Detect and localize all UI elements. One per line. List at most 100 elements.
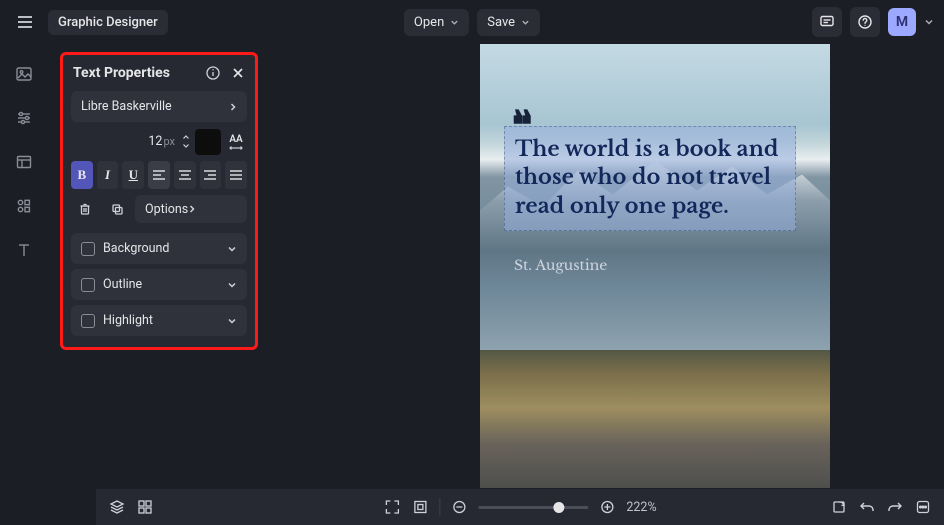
save-label: Save — [487, 15, 515, 30]
panel-header: Text Properties — [63, 55, 255, 91]
zoom-slider[interactable] — [478, 506, 588, 509]
grid-button[interactable] — [136, 498, 154, 516]
quote-text[interactable]: The world is a book and those who do not… — [515, 135, 785, 220]
stepper-down-icon[interactable] — [181, 142, 191, 150]
zoom-in-button[interactable] — [598, 498, 616, 516]
align-right-button[interactable] — [200, 161, 222, 189]
highlight-section[interactable]: Highlight — [71, 305, 247, 336]
stepper-up-icon[interactable] — [181, 133, 191, 141]
help-button[interactable] — [850, 7, 880, 37]
app-title[interactable]: Graphic Designer — [48, 10, 168, 35]
user-avatar[interactable]: M — [888, 8, 916, 36]
left-tool-rail — [0, 44, 48, 525]
chevron-down-icon — [521, 18, 530, 27]
font-size-row: 12px AA — [71, 128, 247, 155]
layers-icon — [109, 499, 125, 515]
menu-icon — [16, 13, 34, 31]
font-unit: px — [163, 135, 175, 148]
align-left-icon — [152, 169, 166, 181]
transform-icon — [831, 499, 847, 515]
topbar: Graphic Designer Open Save M — [0, 0, 944, 44]
open-label: Open — [414, 15, 444, 30]
help-icon — [857, 14, 873, 30]
grid-icon — [137, 499, 153, 515]
quote-text-box[interactable]: The world is a book and those who do not… — [504, 126, 796, 231]
options-dropdown[interactable]: Options — [135, 195, 247, 223]
text-tool[interactable] — [14, 240, 34, 260]
options-row: Options — [71, 195, 247, 223]
more-button[interactable] — [914, 498, 932, 516]
save-button[interactable]: Save — [477, 9, 540, 36]
redo-icon — [887, 499, 903, 515]
chevron-down-icon — [227, 245, 237, 253]
align-right-icon — [203, 169, 217, 181]
font-size-input[interactable]: 12px — [71, 128, 177, 155]
align-justify-button[interactable] — [225, 161, 247, 189]
italic-button[interactable]: I — [97, 161, 119, 189]
chevron-down-icon — [227, 281, 237, 289]
transform-button[interactable] — [830, 498, 848, 516]
text-transform-button[interactable]: AA — [225, 134, 247, 150]
adjustments-tool[interactable] — [14, 108, 34, 128]
checkbox-icon[interactable] — [81, 278, 95, 292]
topbar-right: M — [812, 7, 934, 37]
font-color-swatch[interactable] — [195, 129, 221, 155]
author-text[interactable]: St. Augustine — [514, 256, 607, 274]
outline-label: Outline — [103, 277, 142, 292]
font-size-stepper — [181, 133, 191, 150]
chevron-down-icon — [227, 317, 237, 325]
outline-section[interactable]: Outline — [71, 269, 247, 300]
bottombar: 222% — [96, 489, 944, 525]
zoom-level[interactable]: 222% — [626, 500, 656, 515]
align-left-button[interactable] — [148, 161, 170, 189]
sliders-icon — [15, 109, 33, 127]
trash-icon — [78, 202, 92, 216]
design-canvas[interactable]: ❞ The world is a book and those who do n… — [480, 44, 830, 488]
main-menu-button[interactable] — [10, 7, 40, 37]
info-icon[interactable] — [205, 65, 221, 81]
chevron-down-icon[interactable] — [924, 17, 934, 27]
background-section[interactable]: Background — [71, 233, 247, 264]
duplicate-button[interactable] — [103, 195, 131, 223]
font-size-value: 12 — [148, 134, 162, 149]
chevron-down-icon — [450, 18, 459, 27]
text-icon — [15, 241, 33, 259]
main-area: Text Properties Libre Baskerville 12px — [0, 44, 944, 525]
align-justify-icon — [229, 169, 243, 181]
quote-glyph[interactable]: ❞ — [512, 84, 528, 131]
slider-handle[interactable] — [553, 502, 564, 513]
format-buttons-row: B I U — [71, 161, 247, 189]
options-label: Options — [145, 202, 188, 217]
delete-button[interactable] — [71, 195, 99, 223]
zoom-out-button[interactable] — [450, 498, 468, 516]
align-center-icon — [178, 169, 192, 181]
redo-button[interactable] — [886, 498, 904, 516]
bottombar-left — [108, 498, 154, 516]
font-family-label: Libre Baskerville — [81, 99, 172, 114]
fit-button[interactable] — [383, 498, 401, 516]
open-button[interactable]: Open — [404, 9, 469, 36]
bold-button[interactable]: B — [71, 161, 93, 189]
align-center-button[interactable] — [174, 161, 196, 189]
highlight-label: Highlight — [103, 313, 153, 328]
checkbox-icon[interactable] — [81, 242, 95, 256]
close-icon[interactable] — [231, 66, 245, 80]
more-icon — [915, 499, 931, 515]
feedback-button[interactable] — [812, 7, 842, 37]
text-properties-panel: Text Properties Libre Baskerville 12px — [60, 52, 258, 350]
fullscreen-icon — [412, 499, 428, 515]
topbar-center: Open Save — [404, 9, 540, 36]
undo-button[interactable] — [858, 498, 876, 516]
underline-button[interactable]: U — [122, 161, 144, 189]
shapes-tool[interactable] — [14, 196, 34, 216]
fullscreen-button[interactable] — [411, 498, 429, 516]
undo-icon — [859, 499, 875, 515]
layout-tool[interactable] — [14, 152, 34, 172]
bottombar-right — [830, 498, 932, 516]
checkbox-icon[interactable] — [81, 314, 95, 328]
divider — [439, 498, 440, 516]
image-tool[interactable] — [14, 64, 34, 84]
panel-title: Text Properties — [73, 65, 199, 81]
font-family-dropdown[interactable]: Libre Baskerville — [71, 91, 247, 122]
layers-button[interactable] — [108, 498, 126, 516]
